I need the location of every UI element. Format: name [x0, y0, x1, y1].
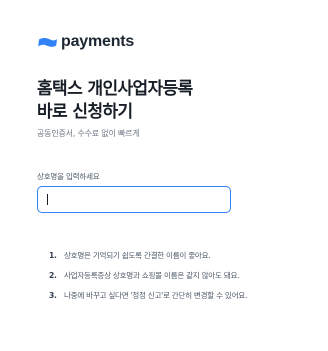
tip-number: 2. [49, 271, 57, 280]
toss-wave-icon [38, 37, 57, 47]
page-title-line1: 홈택스 개인사업자등록 [37, 79, 193, 99]
tip-text: 상호명은 기억되기 쉽도록 간결한 이름이 좋아요. [64, 251, 211, 260]
text-caret [47, 194, 48, 205]
tip-item: 2. 사업자등록증상 상호명과 쇼핑몰 이름은 같지 않아도 돼요. [49, 270, 247, 290]
business-name-label: 상호명을 입력하세요 [37, 172, 100, 181]
brand-logo: payments [37, 34, 134, 50]
page-title: 홈택스 개인사업자등록 바로 신청하기 [37, 78, 193, 124]
business-name-input[interactable] [38, 187, 230, 212]
page-subtitle: 공동인증서, 수수료 없이 빠르게 [37, 129, 140, 138]
tip-number: 3. [49, 291, 57, 300]
tip-number: 1. [49, 251, 57, 260]
tip-item: 3. 나중에 바꾸고 싶다면 '정정 신고'로 간단히 변경할 수 있어요. [49, 290, 247, 310]
page: payments 홈택스 개인사업자등록 바로 신청하기 공동인증서, 수수료 … [0, 0, 328, 351]
business-name-input-box[interactable] [37, 186, 231, 213]
tip-text: 나중에 바꾸고 싶다면 '정정 신고'로 간단히 변경할 수 있어요. [64, 291, 248, 300]
brand-name: payments [61, 33, 135, 50]
tip-text: 사업자등록증상 상호명과 쇼핑몰 이름은 같지 않아도 돼요. [64, 271, 240, 280]
page-title-line2: 바로 신청하기 [37, 102, 133, 122]
tip-item: 1. 상호명은 기억되기 쉽도록 간결한 이름이 좋아요. [49, 250, 247, 270]
tips-list: 1. 상호명은 기억되기 쉽도록 간결한 이름이 좋아요. 2. 사업자등록증상… [49, 250, 247, 310]
